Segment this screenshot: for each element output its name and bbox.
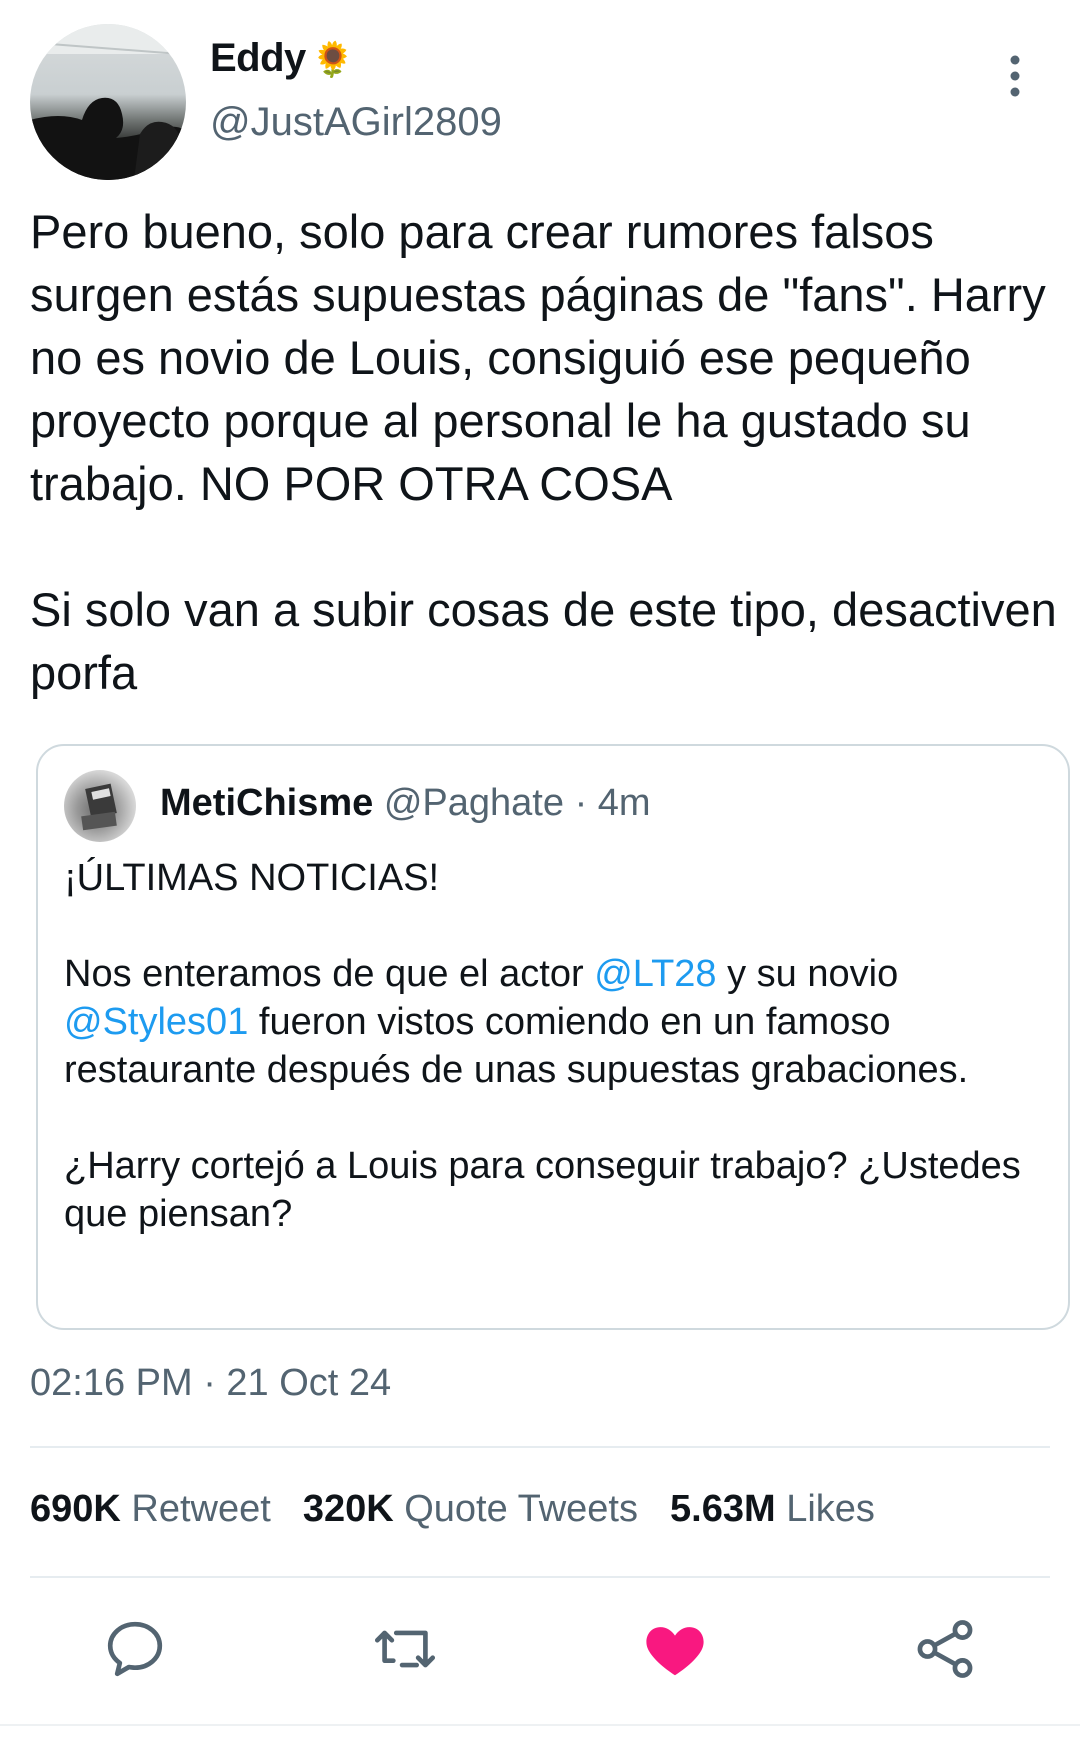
tweet-stats: 690K Retweet 320K Quote Tweets 5.63M Likes — [30, 1488, 907, 1531]
divider — [30, 1576, 1050, 1578]
quoted-headline: ¡ÚLTIMAS NOTICIAS! — [64, 857, 440, 899]
sunflower-emoji-icon: 🌻 — [311, 41, 354, 79]
share-button[interactable] — [910, 1614, 980, 1684]
divider — [30, 1446, 1050, 1448]
tweet-timestamp[interactable]: 02:16 PM · 21 Oct 24 — [30, 1362, 391, 1405]
retweets-stat[interactable]: 690K Retweet — [30, 1488, 271, 1531]
separator-dot: · — [574, 782, 588, 824]
avatar-image — [81, 783, 117, 831]
reply-icon — [107, 1621, 163, 1677]
share-icon — [917, 1620, 973, 1678]
retweet-icon — [374, 1630, 436, 1668]
mention-link-styles01[interactable]: @Styles01 — [64, 1001, 248, 1043]
quoted-tweet-time[interactable]: 4m — [598, 782, 651, 824]
author-handle[interactable]: @JustAGirl2809 — [210, 100, 502, 145]
quoted-author-handle[interactable]: @Paghate — [384, 782, 564, 824]
mention-link-lt28[interactable]: @LT28 — [594, 953, 716, 995]
more-options-button[interactable] — [996, 52, 1034, 104]
tweet-text: Pero bueno, solo para crear rumores fals… — [30, 205, 1057, 699]
quote-tweets-stat[interactable]: 320K Quote Tweets — [303, 1488, 638, 1531]
more-vertical-icon — [1010, 55, 1020, 97]
likes-stat[interactable]: 5.63M Likes — [670, 1488, 875, 1531]
author-avatar[interactable] — [30, 24, 186, 180]
quoted-author-name[interactable]: MetiChisme — [160, 782, 373, 824]
quoted-tweet-text: ¡ÚLTIMAS NOTICIAS! Nos enteramos de que … — [64, 854, 1044, 1286]
quoted-author-avatar[interactable] — [64, 770, 136, 842]
quoted-paragraph: Nos enteramos de que el actor @LT28 y su… — [64, 953, 969, 1091]
divider — [0, 1724, 1080, 1726]
quoted-question: ¿Harry cortejó a Louis para conseguir tr… — [64, 1145, 1021, 1235]
like-button[interactable] — [640, 1614, 710, 1684]
quoted-tweet-header: MetiChisme @Paghate · 4m — [160, 782, 651, 825]
avatar-silhouette — [30, 24, 186, 180]
reply-button[interactable] — [100, 1614, 170, 1684]
quoted-tweet-card[interactable]: MetiChisme @Paghate · 4m ¡ÚLTIMAS NOTICI… — [36, 744, 1070, 1330]
retweet-button[interactable] — [370, 1614, 440, 1684]
heart-icon — [646, 1627, 704, 1676]
author-display-name[interactable]: Eddy 🌻 — [210, 36, 354, 81]
